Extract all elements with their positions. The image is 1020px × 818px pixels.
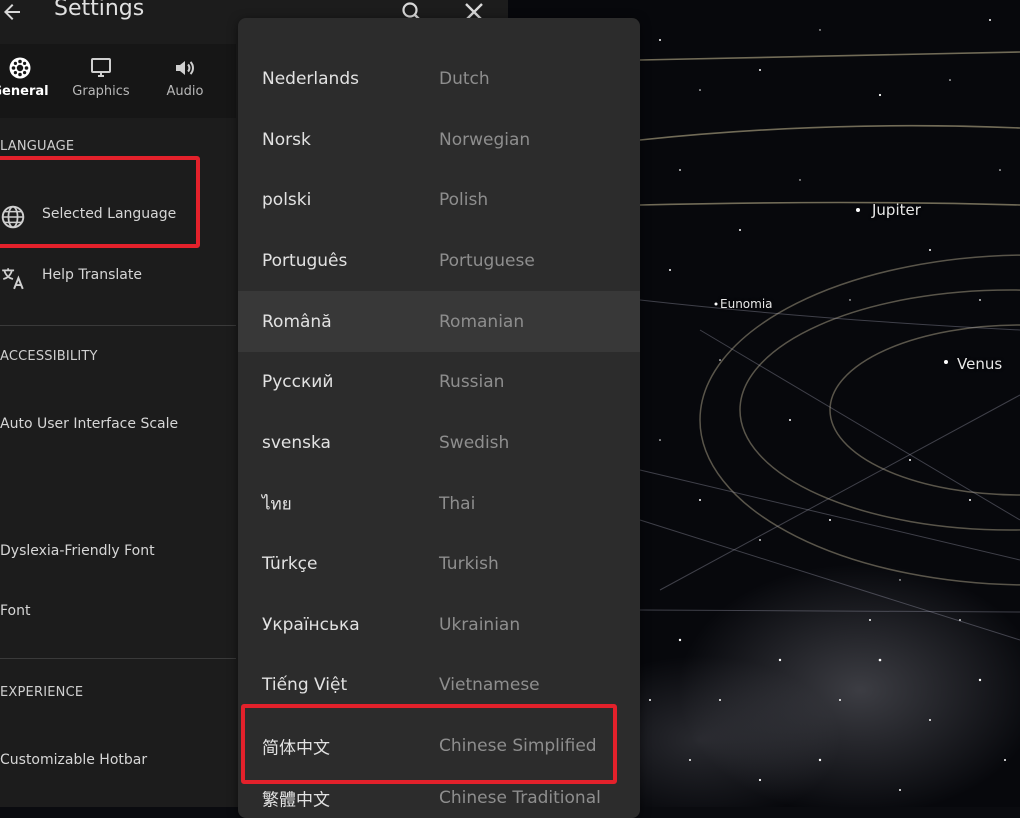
language-option-russian[interactable]: Русский Russian bbox=[238, 351, 640, 412]
auto-ui-scale-setting[interactable]: Auto User Interface Scale bbox=[0, 416, 178, 432]
language-english-name: Polish bbox=[439, 189, 489, 210]
language-option-polish[interactable]: polski Polish bbox=[238, 169, 640, 230]
language-native-name: Українська bbox=[262, 614, 360, 635]
language-native-name: Norsk bbox=[262, 129, 311, 150]
language-english-name: Portuguese bbox=[439, 250, 535, 271]
language-english-name: Dutch bbox=[439, 68, 490, 89]
section-experience: EXPERIENCE bbox=[0, 685, 84, 700]
selected-language-highlight-box bbox=[0, 156, 200, 248]
tab-audio-label: Audio bbox=[166, 84, 204, 99]
back-arrow-icon[interactable] bbox=[0, 0, 24, 24]
help-translate-label: Help Translate bbox=[42, 267, 142, 283]
language-english-name: Thai bbox=[439, 493, 476, 514]
language-option-romanian[interactable]: Română Romanian bbox=[238, 291, 640, 352]
language-native-name: Nederlands bbox=[262, 68, 359, 89]
language-dropdown-list[interactable]: Nederlands Dutch Norsk Norwegian polski … bbox=[238, 18, 640, 818]
tab-general-label: General bbox=[0, 84, 49, 99]
jupiter-label[interactable]: Jupiter bbox=[872, 201, 921, 219]
font-setting[interactable]: Font bbox=[0, 603, 30, 619]
tab-general[interactable]: General bbox=[0, 44, 55, 118]
language-native-name: polski bbox=[262, 189, 312, 210]
language-english-name: Vietnamese bbox=[439, 674, 540, 695]
eunomia-label[interactable]: Eunomia bbox=[720, 297, 773, 311]
language-native-name: svenska bbox=[262, 432, 331, 453]
divider bbox=[0, 325, 236, 326]
language-english-name: Russian bbox=[439, 371, 505, 392]
gear-icon bbox=[9, 57, 31, 79]
language-option-portuguese[interactable]: Português Portuguese bbox=[238, 230, 640, 291]
language-option-thai[interactable]: ไทย Thai bbox=[238, 473, 640, 534]
language-english-name: Romanian bbox=[439, 311, 525, 332]
language-option-ukrainian[interactable]: Українська Ukrainian bbox=[238, 594, 640, 655]
language-native-name: Română bbox=[262, 311, 332, 332]
venus-label[interactable]: Venus bbox=[957, 355, 1002, 373]
language-english-name: Ukrainian bbox=[439, 614, 521, 635]
translate-icon bbox=[2, 268, 24, 290]
section-language: LANGUAGE bbox=[0, 139, 75, 154]
language-native-name: Tiếng Việt bbox=[262, 674, 348, 695]
language-native-name: Türkçe bbox=[262, 553, 318, 574]
page-title: Settings bbox=[54, 0, 145, 21]
language-english-name: Norwegian bbox=[439, 129, 531, 150]
tab-audio[interactable]: Audio bbox=[150, 44, 220, 118]
language-option-turkish[interactable]: Türkçe Turkish bbox=[238, 533, 640, 594]
language-english-name: Turkish bbox=[439, 553, 499, 574]
language-option-dutch[interactable]: Nederlands Dutch bbox=[238, 48, 640, 109]
help-translate-setting[interactable]: Help Translate bbox=[0, 267, 200, 291]
section-accessibility: ACCESSIBILITY bbox=[0, 349, 98, 364]
language-native-name: ไทย bbox=[262, 494, 292, 514]
language-native-name: Русский bbox=[262, 371, 334, 392]
customizable-hotbar-setting[interactable]: Customizable Hotbar bbox=[0, 752, 147, 768]
language-english-name: Swedish bbox=[439, 432, 510, 453]
language-native-name: Português bbox=[262, 250, 348, 271]
tab-graphics-label: Graphics bbox=[72, 84, 130, 99]
language-english-name: Chinese Traditional bbox=[439, 788, 601, 808]
tab-graphics[interactable]: Graphics bbox=[66, 44, 136, 118]
speaker-icon bbox=[176, 61, 194, 75]
settings-tabs: General Graphics Audio bbox=[0, 44, 236, 118]
language-option-norwegian[interactable]: Norsk Norwegian bbox=[238, 109, 640, 170]
dyslexia-font-setting[interactable]: Dyslexia-Friendly Font bbox=[0, 543, 155, 559]
monitor-icon bbox=[91, 58, 111, 77]
language-option-swedish[interactable]: svenska Swedish bbox=[238, 412, 640, 473]
chinese-simplified-highlight-box bbox=[241, 704, 617, 784]
divider bbox=[0, 658, 236, 659]
